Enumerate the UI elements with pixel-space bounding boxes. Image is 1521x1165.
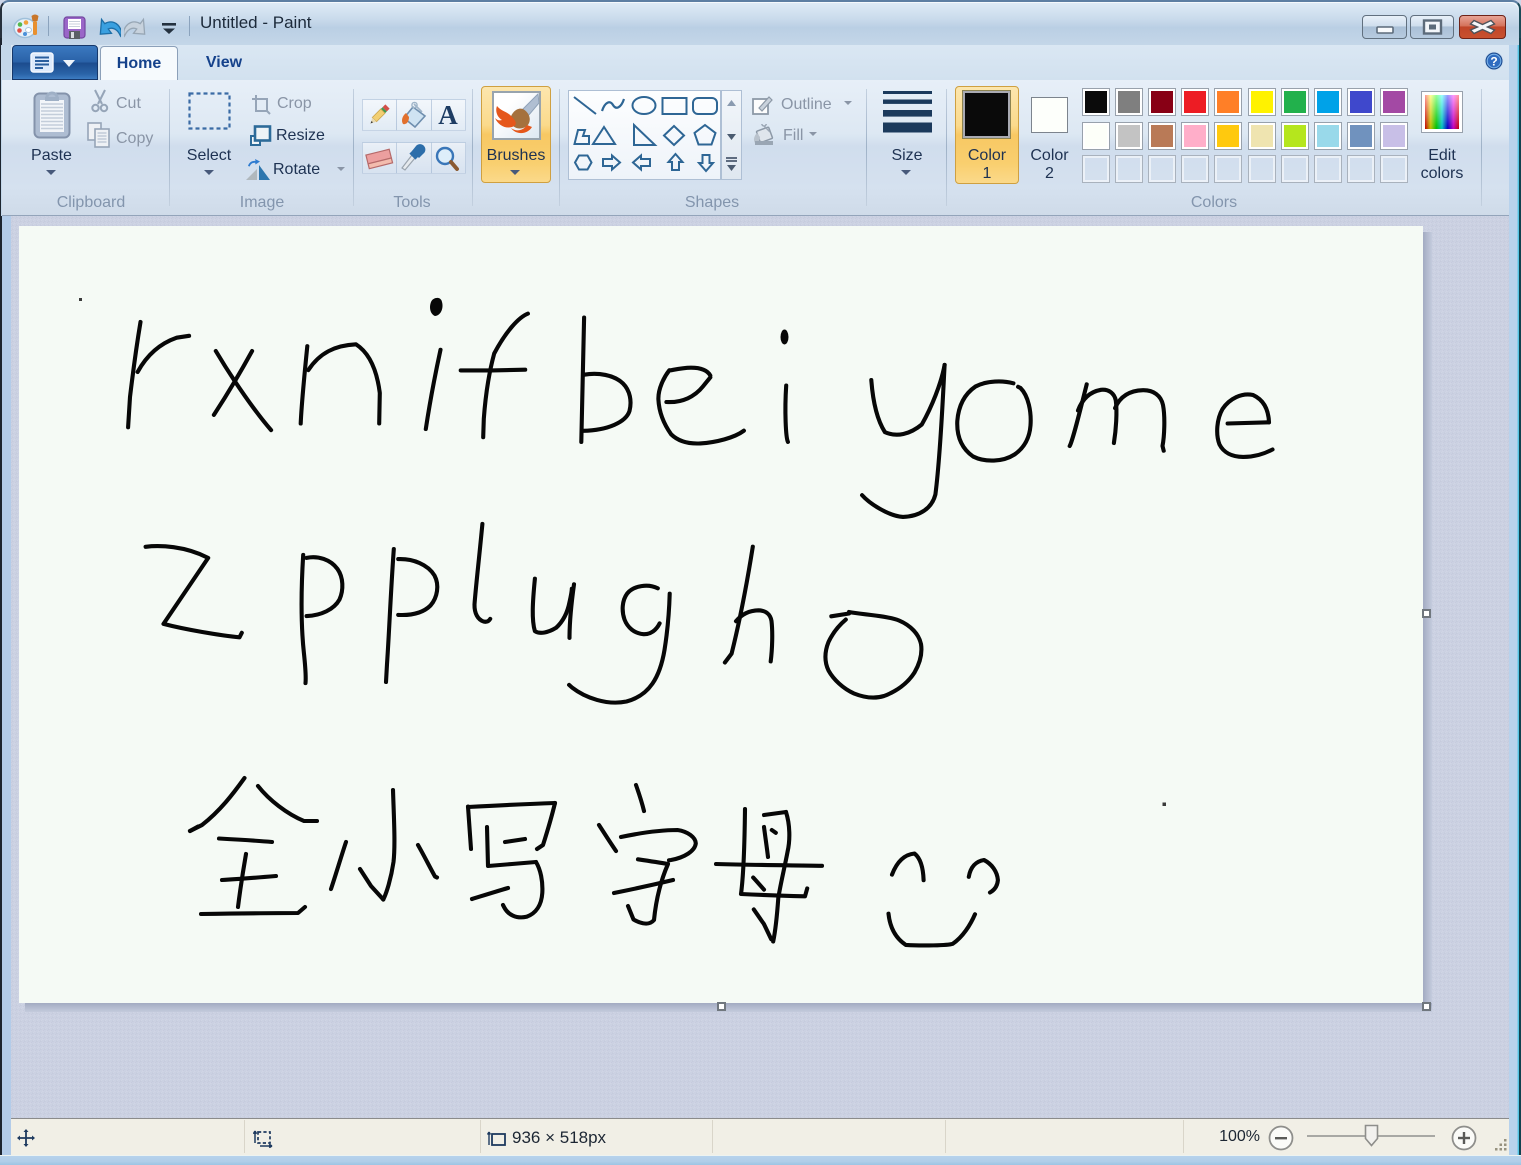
svg-text:?: ? [1490, 54, 1497, 68]
